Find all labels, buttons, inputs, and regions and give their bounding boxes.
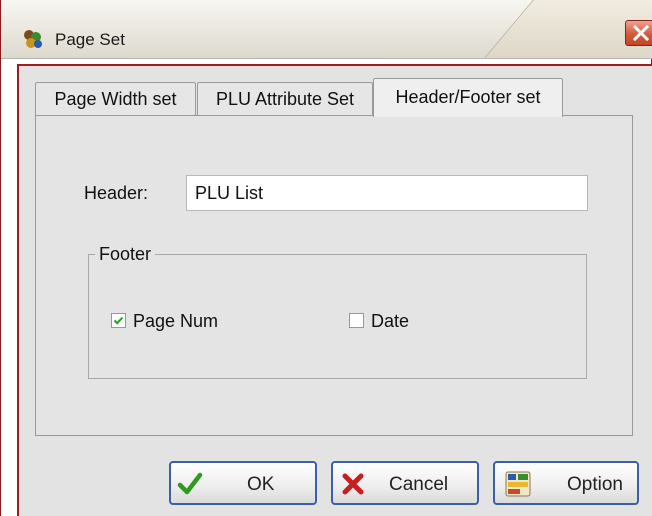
title-bar[interactable]: Page Set	[1, 0, 652, 59]
page-num-checkbox[interactable]	[111, 313, 126, 328]
header-input[interactable]: PLU List	[186, 175, 588, 211]
close-icon	[633, 25, 649, 41]
checkmark-icon	[113, 316, 124, 325]
check-icon	[177, 472, 203, 495]
date-checkbox[interactable]	[349, 313, 364, 328]
tab-header-footer-set[interactable]: Header/Footer set	[373, 78, 563, 117]
option-icon	[505, 471, 531, 497]
cancel-button-label: Cancel	[389, 474, 449, 495]
date-label[interactable]: Date	[371, 311, 409, 332]
header-label: Header:	[84, 183, 149, 203]
tab-plu-attribute-set[interactable]: PLU Attribute Set	[197, 82, 373, 116]
app-icon	[24, 30, 42, 48]
page-num-label[interactable]: Page Num	[133, 311, 218, 332]
cancel-button[interactable]: Cancel	[331, 461, 479, 505]
x-icon	[342, 473, 364, 495]
option-button-label: Option	[567, 474, 623, 495]
close-button[interactable]	[625, 20, 652, 46]
window-title: Page Set	[55, 30, 125, 49]
ok-button-label: OK	[247, 474, 275, 495]
tab-page-width-set[interactable]: Page Width set	[35, 82, 196, 116]
ok-button[interactable]: OK	[169, 461, 317, 505]
option-button[interactable]: Option	[493, 461, 639, 505]
page-set-dialog: Page Set Page Width set PLU Attribute Se…	[0, 0, 652, 516]
footer-legend: Footer	[95, 244, 156, 265]
